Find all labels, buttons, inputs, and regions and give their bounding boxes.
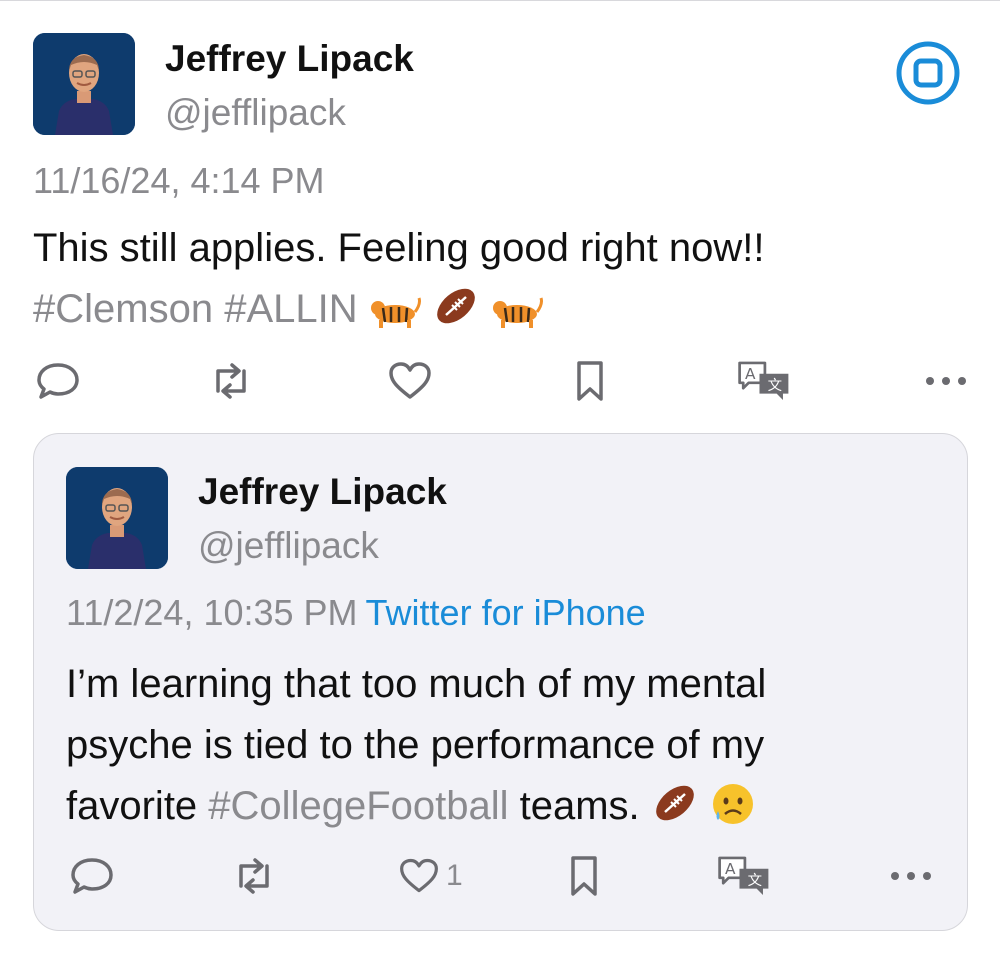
- quoted-text-fragment: favorite: [66, 784, 198, 828]
- post-text-line: This still applies. Feeling good right n…: [33, 226, 765, 270]
- quoted-author-handle[interactable]: @jefflipack: [198, 525, 379, 567]
- quoted-text-line: I’m learning that too much of my mental: [66, 662, 767, 706]
- sad-relieved-face-icon: [710, 781, 756, 845]
- quoted-author-name[interactable]: Jeffrey Lipack: [198, 471, 447, 513]
- post-timestamp: 11/16/24, 4:14 PM: [33, 160, 325, 201]
- svg-text:文: 文: [748, 872, 762, 889]
- football-icon: [651, 779, 699, 845]
- svg-text:A: A: [725, 860, 736, 878]
- post-hashtags[interactable]: #Clemson #ALLIN: [33, 287, 358, 331]
- quoted-meta: 11/2/24, 10:35 PM Twitter for iPhone: [66, 592, 646, 634]
- like-count: 1: [446, 859, 463, 892]
- quoted-source-link[interactable]: Twitter for iPhone: [366, 592, 646, 633]
- quoted-reply-icon[interactable]: [64, 848, 120, 904]
- avatar-image: [33, 33, 135, 135]
- reply-icon[interactable]: [30, 353, 86, 409]
- like-icon[interactable]: [382, 353, 438, 409]
- quoted-translate-icon[interactable]: A 文: [716, 848, 772, 904]
- quoted-bookmark-icon[interactable]: [556, 848, 612, 904]
- quoted-hashtag[interactable]: #CollegeFootball: [208, 784, 508, 828]
- quoted-text-line: psyche is tied to the performance of my: [66, 723, 765, 767]
- quoted-more-icon[interactable]: [883, 848, 939, 904]
- quoted-retweet-icon[interactable]: [226, 848, 282, 904]
- quoted-like-button[interactable]: 1: [398, 848, 478, 904]
- like-icon: [400, 858, 438, 893]
- quoted-author-avatar[interactable]: [66, 467, 168, 569]
- tiger-icon: [369, 287, 421, 348]
- bookmark-icon[interactable]: [562, 353, 618, 409]
- post-text: This still applies. Feeling good right n…: [33, 218, 963, 348]
- author-avatar[interactable]: [33, 33, 135, 135]
- translate-icon[interactable]: A 文: [736, 353, 792, 409]
- svg-text:A: A: [745, 365, 756, 383]
- football-icon: [432, 282, 480, 348]
- quoted-text: I’m learning that too much of my mental …: [66, 654, 946, 845]
- share-icon[interactable]: [895, 40, 961, 106]
- quoted-timestamp: 11/2/24, 10:35 PM: [66, 592, 358, 633]
- tiger-icon: [491, 287, 543, 348]
- author-handle[interactable]: @jefflipack: [165, 92, 346, 134]
- avatar-image: [66, 467, 168, 569]
- top-divider: [0, 0, 1000, 1]
- quoted-text-fragment: teams.: [519, 784, 640, 828]
- svg-text:文: 文: [768, 377, 782, 394]
- more-icon[interactable]: [918, 353, 974, 409]
- retweet-icon[interactable]: [203, 353, 259, 409]
- author-name[interactable]: Jeffrey Lipack: [165, 38, 414, 80]
